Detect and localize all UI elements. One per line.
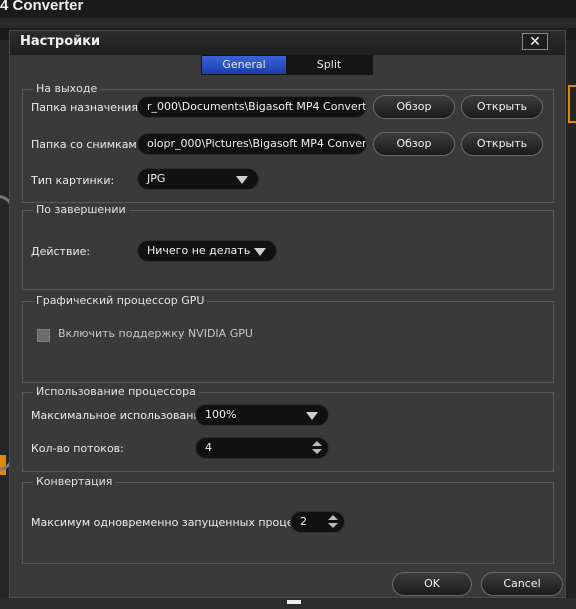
tab-general[interactable]: General <box>202 56 286 74</box>
close-icon[interactable]: ✕ <box>522 33 548 50</box>
cpu-legend: Использование процессора <box>33 385 199 398</box>
action-select[interactable]: Ничего не делать <box>137 240 277 262</box>
destination-folder-field[interactable]: r_000\Documents\Bigasoft MP4 Converter <box>137 96 367 118</box>
gpu-group: Графический процессор GPU Включить подде… <box>22 294 554 383</box>
conversion-legend: Конвертация <box>33 475 116 488</box>
cpu-group: Использование процессора Максимальное ис… <box>22 385 554 472</box>
tab-strip: General Split <box>201 55 373 75</box>
action-value: Ничего не делать <box>147 244 251 257</box>
app-orange-bracket <box>568 85 576 123</box>
nvidia-gpu-label[interactable]: Включить поддержку NVIDIA GPU <box>58 327 253 340</box>
settings-dialog: Настройки ✕ General Split На выходе Папк… <box>9 30 566 598</box>
max-usage-value: 100% <box>205 408 237 421</box>
snapshot-folder-label: Папка со снимками: <box>31 138 148 151</box>
max-processes-value: 2 <box>300 515 307 528</box>
destination-open-button[interactable]: Открыть <box>461 95 543 119</box>
threads-value: 4 <box>205 441 212 454</box>
destination-browse-button[interactable]: Обзор <box>373 95 455 119</box>
threads-stepper[interactable]: 4 <box>195 437 329 459</box>
snapshot-folder-field[interactable]: olopr_000\Pictures\Bigasoft MP4 Converte… <box>137 133 367 155</box>
completion-legend: По завершении <box>33 203 129 216</box>
output-group: На выходе Папка назначения: r_000\Docume… <box>22 82 554 203</box>
app-title: 4 Converter <box>0 0 84 14</box>
action-label: Действие: <box>31 245 91 258</box>
max-processes-label: Максимум одновременно запущенных процесс… <box>31 516 323 529</box>
output-legend: На выходе <box>33 82 101 95</box>
gpu-legend: Графический процессор GPU <box>33 294 208 307</box>
spinner-arrows-icon[interactable] <box>328 515 338 529</box>
conversion-group: Конвертация Максимум одновременно запуще… <box>22 475 554 564</box>
max-usage-label: Максимальное использование: <box>31 409 212 422</box>
cancel-button[interactable]: Cancel <box>481 572 563 596</box>
threads-label: Кол-во потоков: <box>31 442 124 455</box>
ok-button[interactable]: OK <box>392 572 472 596</box>
chevron-down-icon <box>306 412 318 420</box>
app-toolbar <box>0 18 576 28</box>
destination-folder-label: Папка назначения: <box>31 101 142 114</box>
dialog-titlebar[interactable]: Настройки ✕ <box>10 31 565 55</box>
max-usage-select[interactable]: 100% <box>195 404 329 426</box>
app-right-edge <box>566 40 576 600</box>
chevron-down-icon <box>254 248 266 256</box>
chevron-down-icon <box>236 176 248 184</box>
image-type-value: JPG <box>147 172 166 185</box>
image-type-select[interactable]: JPG <box>137 168 259 190</box>
nvidia-gpu-checkbox[interactable] <box>37 329 50 342</box>
image-type-label: Тип картинки: <box>31 174 115 187</box>
spinner-arrows-icon[interactable] <box>312 441 322 455</box>
app-bottom-indicator <box>287 600 301 604</box>
dialog-title: Настройки <box>20 34 101 49</box>
tab-split[interactable]: Split <box>287 56 371 74</box>
snapshot-browse-button[interactable]: Обзор <box>373 132 455 156</box>
snapshot-open-button[interactable]: Открыть <box>461 132 543 156</box>
completion-group: По завершении Действие: Ничего не делать <box>22 203 554 290</box>
max-processes-stepper[interactable]: 2 <box>290 511 345 533</box>
